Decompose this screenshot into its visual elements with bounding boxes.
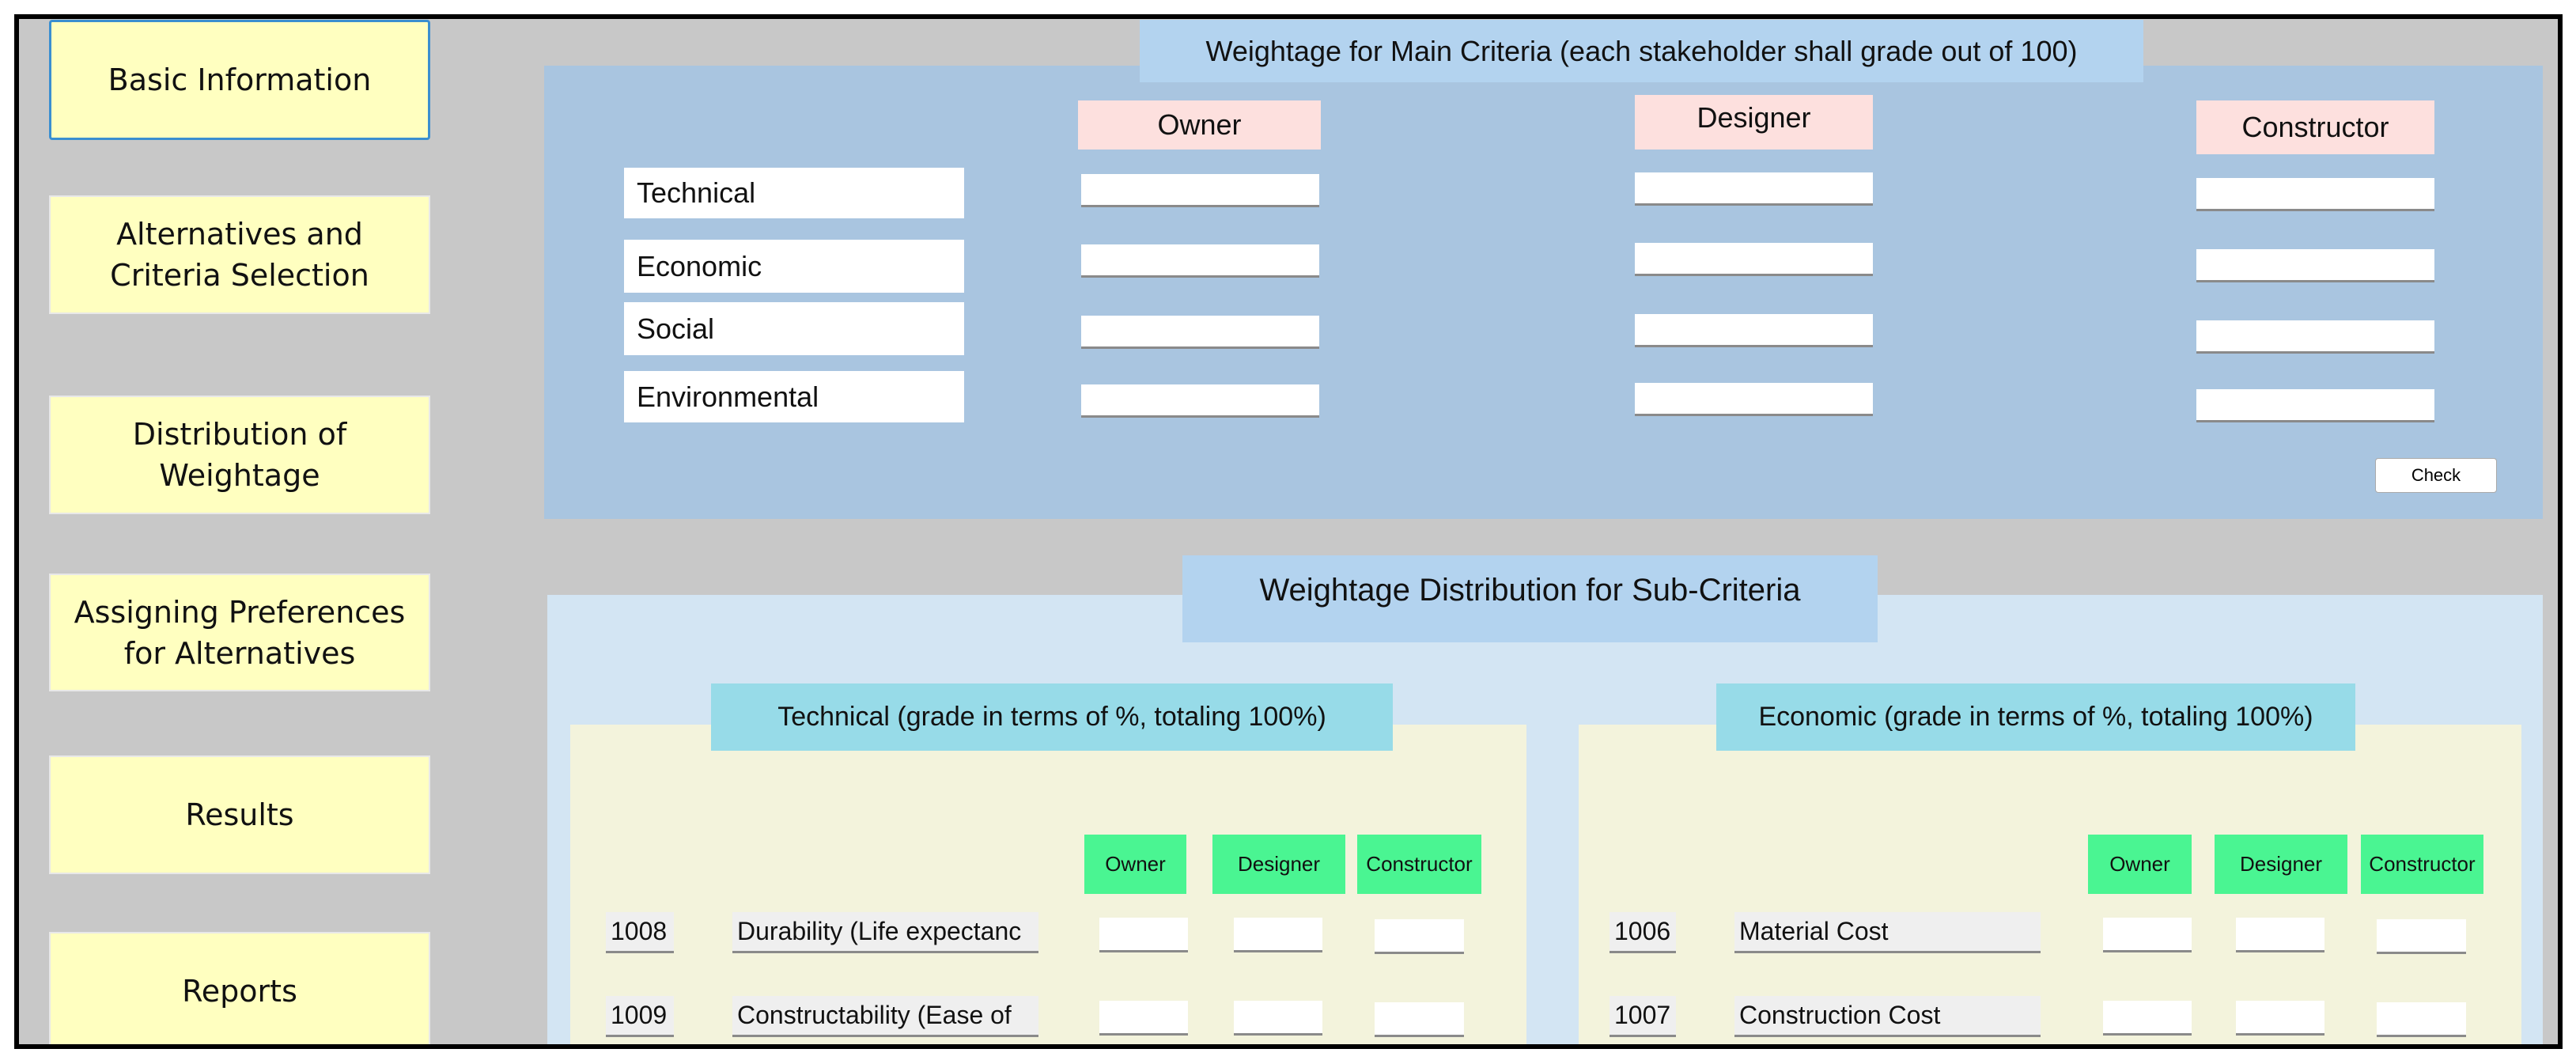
economic-header-constructor: Constructor (2361, 835, 2483, 894)
constructor-social-input[interactable] (2196, 320, 2434, 354)
nav-label: Distribution of Weightage (132, 417, 347, 493)
designer-social-input[interactable] (1635, 314, 1873, 347)
nav-alternatives-criteria[interactable]: Alternatives and Criteria Selection (49, 195, 430, 314)
nav-reports[interactable]: Reports (49, 932, 430, 1044)
nav-assigning-preferences[interactable]: Assigning Preferences for Alternatives (49, 574, 430, 691)
header-constructor: Constructor (2196, 100, 2434, 154)
economic-row1-designer-input[interactable] (2236, 918, 2324, 952)
subcriterion-name: Material Cost (1734, 912, 2041, 953)
check-button[interactable]: Check (2375, 458, 2497, 493)
constructor-economic-input[interactable] (2196, 249, 2434, 282)
criterion-technical: Technical (624, 168, 964, 218)
app-window: Basic Information Alternatives and Crite… (14, 14, 2563, 1049)
technical-header-designer: Designer (1212, 835, 1345, 894)
nav-distribution-weightage[interactable]: Distribution of Weightage (49, 396, 430, 514)
criterion-social: Social (624, 302, 964, 355)
owner-environmental-input[interactable] (1081, 384, 1319, 418)
main-criteria-title: Weightage for Main Criteria (each stakeh… (1140, 20, 2143, 82)
subcriterion-name: Construction Cost (1734, 996, 2041, 1037)
owner-social-input[interactable] (1081, 316, 1319, 349)
header-designer: Designer (1635, 95, 1873, 150)
subcriterion-id: 1008 (606, 912, 674, 953)
subcriterion-id: 1006 (1610, 912, 1676, 953)
economic-row2-constructor-input[interactable] (2377, 1002, 2466, 1037)
economic-row1-owner-input[interactable] (2103, 918, 2192, 952)
technical-subpanel-title: Technical (grade in terms of %, totaling… (711, 683, 1393, 751)
nav-label: Alternatives and Criteria Selection (110, 217, 369, 293)
subcriterion-id: 1009 (606, 996, 674, 1037)
economic-subpanel-title: Economic (grade in terms of %, totaling … (1716, 683, 2355, 751)
criterion-economic: Economic (624, 240, 964, 293)
designer-environmental-input[interactable] (1635, 383, 1873, 416)
nav-label: Assigning Preferences for Alternatives (74, 594, 406, 671)
technical-header-constructor: Constructor (1357, 835, 1481, 894)
technical-header-owner: Owner (1084, 835, 1186, 894)
technical-row1-constructor-input[interactable] (1375, 919, 1464, 954)
economic-header-designer: Designer (2215, 835, 2347, 894)
economic-row2-owner-input[interactable] (2103, 1001, 2192, 1036)
economic-row1-constructor-input[interactable] (2377, 919, 2466, 954)
nav-label: Reports (182, 974, 297, 1009)
technical-row1-owner-input[interactable] (1099, 918, 1188, 952)
technical-row1-designer-input[interactable] (1234, 918, 1322, 952)
subcriterion-name: Constructability (Ease of (732, 996, 1038, 1037)
technical-row2-constructor-input[interactable] (1375, 1002, 1464, 1037)
owner-economic-input[interactable] (1081, 244, 1319, 278)
constructor-technical-input[interactable] (2196, 178, 2434, 211)
technical-row2-designer-input[interactable] (1234, 1001, 1322, 1036)
economic-header-owner: Owner (2088, 835, 2192, 894)
technical-row2-owner-input[interactable] (1099, 1001, 1188, 1036)
nav-basic-information[interactable]: Basic Information (49, 20, 430, 140)
constructor-environmental-input[interactable] (2196, 389, 2434, 422)
subcriterion-name: Durability (Life expectanc (732, 912, 1038, 953)
nav-label: Basic Information (108, 62, 372, 97)
criterion-environmental: Environmental (624, 371, 964, 422)
economic-row2-designer-input[interactable] (2236, 1001, 2324, 1036)
nav-label: Results (185, 797, 294, 832)
header-owner: Owner (1078, 100, 1321, 150)
nav-results[interactable]: Results (49, 755, 430, 874)
designer-economic-input[interactable] (1635, 243, 1873, 276)
subcriterion-id: 1007 (1610, 996, 1676, 1037)
owner-technical-input[interactable] (1081, 174, 1319, 207)
sub-criteria-title: Weightage Distribution for Sub-Criteria (1182, 555, 1878, 642)
designer-technical-input[interactable] (1635, 172, 1873, 206)
